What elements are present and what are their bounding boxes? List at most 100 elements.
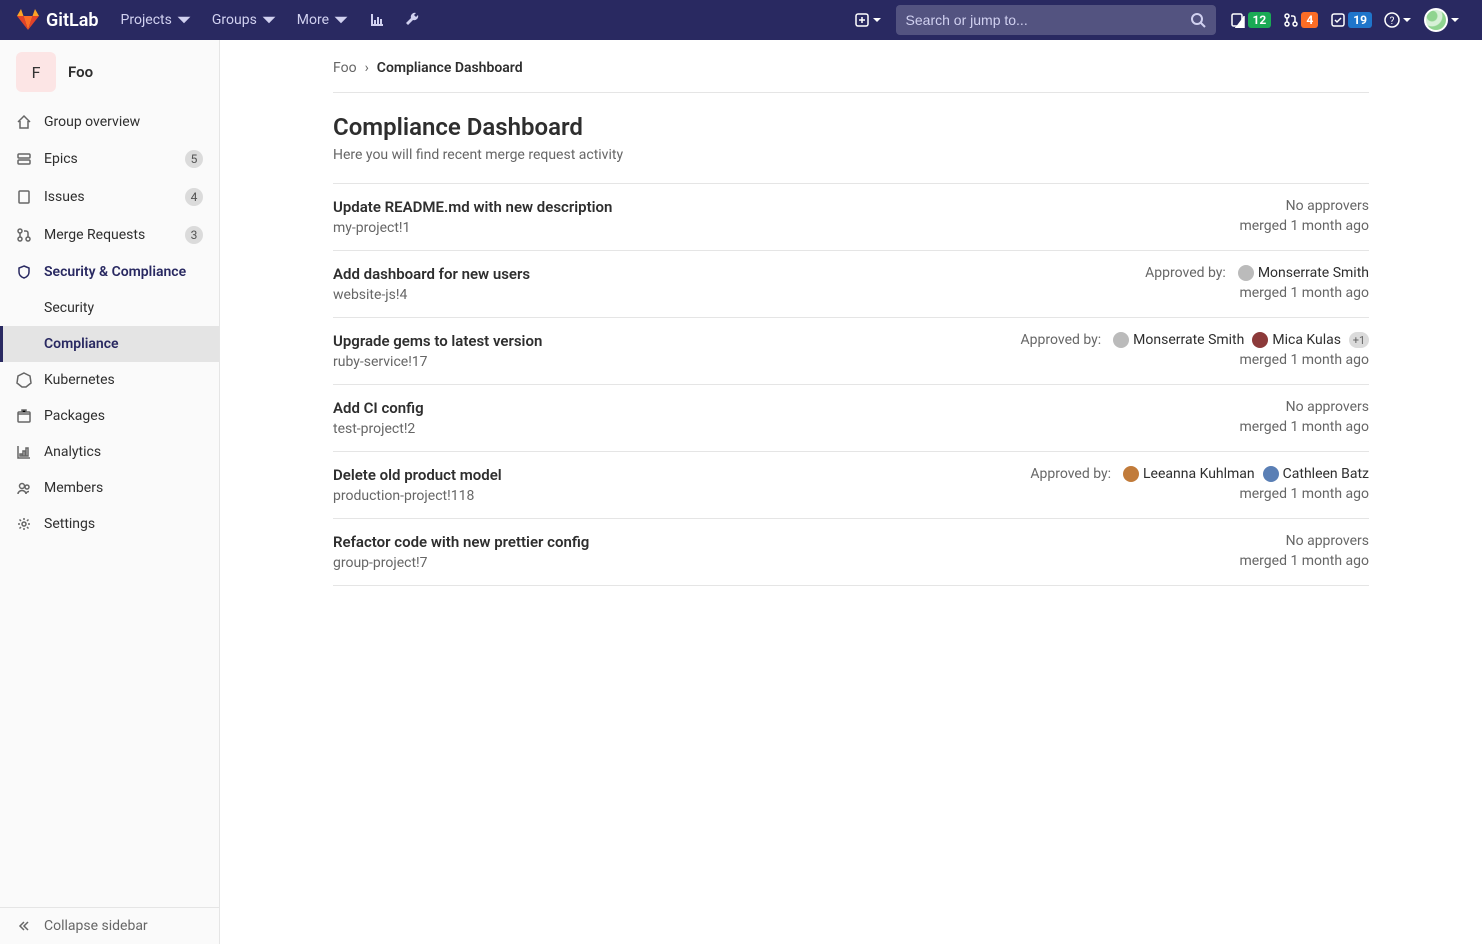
top-header: GitLab Projects Groups More 12 4 19 ? [0, 0, 1482, 40]
approver-avatar [1252, 332, 1268, 348]
sidebar-item-packages[interactable]: Packages [0, 398, 219, 434]
issues-icon [16, 189, 32, 205]
approver-name: Monserrate Smith [1133, 332, 1244, 348]
mr-ref: test-project!2 [333, 421, 424, 437]
merged-time: merged 1 month ago [1239, 553, 1369, 569]
mr-row[interactable]: Update README.md with new description my-… [333, 184, 1369, 251]
mr-ref: my-project!1 [333, 220, 612, 236]
home-icon [16, 114, 32, 130]
approvers-line: No approvers [1239, 198, 1369, 214]
collapse-icon [16, 918, 32, 934]
issues-counter[interactable]: 12 [1224, 0, 1278, 40]
sidebar-item-security[interactable]: Security [0, 290, 219, 326]
nav-projects[interactable]: Projects [111, 0, 202, 40]
approver[interactable]: Cathleen Batz [1263, 466, 1369, 482]
sidebar-item-epics[interactable]: Epics 5 [0, 140, 219, 178]
approvers-line: No approvers [1239, 399, 1369, 415]
shield-icon [16, 264, 32, 280]
chevron-down-icon [872, 15, 882, 25]
mr-title: Delete old product model [333, 466, 502, 484]
sidebar-item-overview[interactable]: Group overview [0, 104, 219, 140]
approver[interactable]: Monserrate Smith [1238, 265, 1369, 281]
nav-groups[interactable]: Groups [202, 0, 287, 40]
sidebar-item-compliance[interactable]: Compliance [0, 326, 219, 362]
mr-title: Update README.md with new description [333, 198, 612, 216]
approved-by-label: Approved by: [1030, 466, 1111, 482]
approved-by-label: Approved by: [1145, 265, 1226, 281]
approver[interactable]: Monserrate Smith [1113, 332, 1244, 348]
group-avatar: F [16, 52, 56, 92]
chevron-right-icon: › [365, 60, 369, 76]
approver-name: Cathleen Batz [1283, 466, 1369, 482]
no-approvers-label: No approvers [1286, 198, 1369, 214]
approver-name: Leeanna Kuhlman [1143, 466, 1255, 482]
package-icon [16, 408, 32, 424]
no-approvers-label: No approvers [1286, 533, 1369, 549]
search-icon [1190, 12, 1206, 28]
nav-more[interactable]: More [287, 0, 359, 40]
search-input[interactable] [906, 12, 1190, 28]
mr-row[interactable]: Add dashboard for new userswebsite-js!4A… [333, 251, 1369, 318]
search-box[interactable] [896, 5, 1216, 35]
approvers-line: Approved by: Leeanna Kuhlman Cathleen Batz [1030, 466, 1369, 482]
sidebar-item-mr[interactable]: Merge Requests 3 [0, 216, 219, 254]
approver[interactable]: Mica Kulas [1252, 332, 1341, 348]
no-approvers-label: No approvers [1286, 399, 1369, 415]
issues-icon [1230, 12, 1246, 28]
analytics-icon [16, 444, 32, 460]
nav-activity-icon[interactable] [359, 0, 395, 40]
sidebar-item-security-compliance[interactable]: Security & Compliance [0, 254, 219, 290]
breadcrumb-root[interactable]: Foo [333, 60, 357, 76]
approvers-line: No approvers [1239, 533, 1369, 549]
sidebar-item-issues[interactable]: Issues 4 [0, 178, 219, 216]
group-name: Foo [68, 63, 93, 81]
mr-title: Upgrade gems to latest version [333, 332, 542, 350]
chevron-down-icon [1402, 15, 1412, 25]
merge-request-icon [16, 227, 32, 243]
wrench-icon [405, 12, 421, 28]
mr-row[interactable]: Upgrade gems to latest versionruby-servi… [333, 318, 1369, 385]
mr-row[interactable]: Delete old product model production-proje… [333, 452, 1369, 519]
mr-ref: production-project!118 [333, 488, 502, 504]
sidebar: F Foo Group overview Epics 5 Issues 4 Me… [0, 40, 220, 944]
approver-overflow[interactable]: +1 [1349, 332, 1369, 348]
approver[interactable]: Leeanna Kuhlman [1123, 466, 1255, 482]
user-menu[interactable] [1418, 0, 1466, 40]
nav-wrench-icon[interactable] [395, 0, 431, 40]
todo-counter[interactable]: 19 [1324, 0, 1378, 40]
sidebar-item-kubernetes[interactable]: Kubernetes [0, 362, 219, 398]
chevron-down-icon [261, 12, 277, 28]
mr-title: Add dashboard for new users [333, 265, 530, 283]
approved-by-label: Approved by: [1021, 332, 1102, 348]
gear-icon [16, 516, 32, 532]
sidebar-item-settings[interactable]: Settings [0, 506, 219, 542]
mr-counter[interactable]: 4 [1277, 0, 1324, 40]
sidebar-item-analytics[interactable]: Analytics [0, 434, 219, 470]
collapse-sidebar[interactable]: Collapse sidebar [0, 907, 219, 944]
sidebar-item-members[interactable]: Members [0, 470, 219, 506]
new-menu[interactable] [848, 0, 888, 40]
kubernetes-icon [16, 372, 32, 388]
merged-time: merged 1 month ago [1030, 486, 1369, 502]
gitlab-logo[interactable]: GitLab [16, 8, 99, 32]
approver-name: Mica Kulas [1272, 332, 1341, 348]
help-menu[interactable]: ? [1378, 0, 1418, 40]
chevron-down-icon [1450, 15, 1460, 25]
chart-icon [369, 12, 385, 28]
merged-time: merged 1 month ago [1145, 285, 1369, 301]
mr-ref: group-project!7 [333, 555, 589, 571]
group-header[interactable]: F Foo [0, 40, 219, 104]
mr-title: Add CI config [333, 399, 424, 417]
breadcrumb-current: Compliance Dashboard [377, 60, 523, 76]
todo-icon [1330, 12, 1346, 28]
svg-text:?: ? [1390, 16, 1395, 27]
approver-avatar [1238, 265, 1254, 281]
members-icon [16, 480, 32, 496]
mr-list: Update README.md with new description my-… [333, 184, 1369, 586]
help-icon: ? [1384, 12, 1400, 28]
mr-row[interactable]: Add CI configtest-project!2No approversm… [333, 385, 1369, 452]
mr-row[interactable]: Refactor code with new prettier configgr… [333, 519, 1369, 586]
approver-avatar [1123, 466, 1139, 482]
approvers-line: Approved by: Monserrate Smith Mica Kulas +1 [1021, 332, 1369, 348]
approvers-line: Approved by: Monserrate Smith [1145, 265, 1369, 281]
